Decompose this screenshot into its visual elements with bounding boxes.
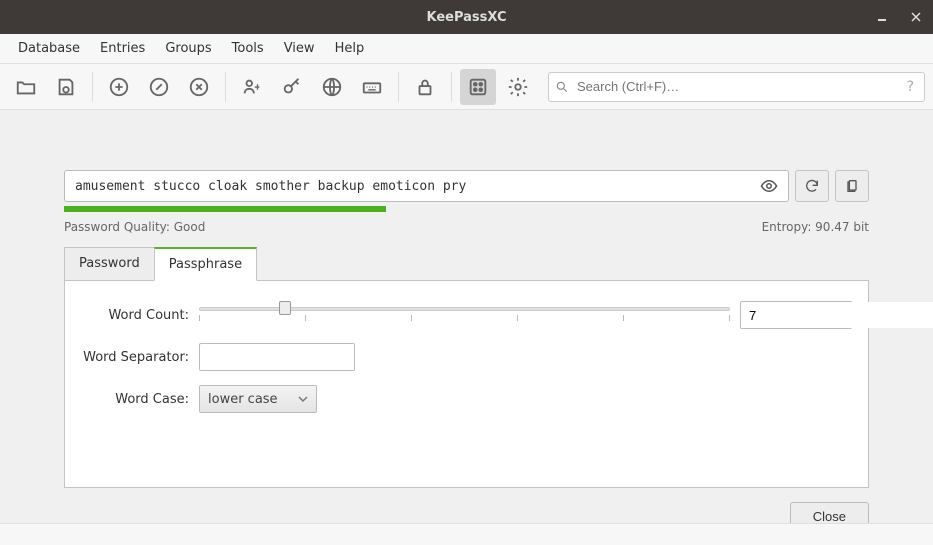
password-generator-button[interactable] bbox=[460, 69, 496, 105]
toolbar-separator bbox=[92, 72, 93, 102]
settings-button[interactable] bbox=[500, 69, 536, 105]
word-separator-label: Word Separator: bbox=[81, 350, 199, 365]
quality-label: Password Quality: Good bbox=[64, 220, 205, 234]
tab-passphrase[interactable]: Passphrase bbox=[154, 247, 257, 281]
search-help-icon[interactable]: ? bbox=[903, 79, 918, 95]
word-separator-input[interactable] bbox=[199, 343, 355, 371]
lock-database-button[interactable] bbox=[407, 69, 443, 105]
menu-tools[interactable]: Tools bbox=[222, 37, 274, 60]
quality-row: Password Quality: Good Entropy: 90.47 bi… bbox=[64, 220, 869, 234]
password-generator-panel: Password Quality: Good Entropy: 90.47 bi… bbox=[0, 110, 933, 541]
menubar: Database Entries Groups Tools View Help bbox=[0, 34, 933, 64]
delete-entry-button[interactable] bbox=[181, 69, 217, 105]
copy-username-button[interactable] bbox=[234, 69, 270, 105]
password-input[interactable] bbox=[75, 179, 760, 194]
minimize-button[interactable] bbox=[865, 0, 899, 34]
generator-tabs: Password Passphrase bbox=[64, 246, 869, 280]
word-count-label: Word Count: bbox=[81, 308, 199, 323]
titlebar: KeePassXC bbox=[0, 0, 933, 34]
strength-bar bbox=[64, 206, 869, 212]
copy-button[interactable] bbox=[835, 170, 869, 202]
toolbar-separator bbox=[451, 72, 452, 102]
word-separator-row: Word Separator: bbox=[81, 343, 852, 371]
copy-url-button[interactable] bbox=[314, 69, 350, 105]
password-row bbox=[64, 170, 869, 202]
word-count-row: Word Count: ▲ ▼ bbox=[81, 301, 852, 329]
menu-entries[interactable]: Entries bbox=[90, 37, 155, 60]
regenerate-button[interactable] bbox=[795, 170, 829, 202]
word-case-label: Word Case: bbox=[81, 392, 199, 407]
eye-icon[interactable] bbox=[760, 177, 778, 195]
passphrase-panel: Word Count: ▲ ▼ Word Separator: Word Cas… bbox=[64, 280, 869, 488]
menu-groups[interactable]: Groups bbox=[155, 37, 221, 60]
copy-password-button[interactable] bbox=[274, 69, 310, 105]
word-case-row: Word Case: lower case bbox=[81, 385, 852, 413]
slider-thumb[interactable] bbox=[279, 301, 291, 315]
save-database-button[interactable] bbox=[48, 69, 84, 105]
entropy-label: Entropy: 90.47 bit bbox=[762, 220, 869, 234]
window-controls bbox=[865, 0, 933, 34]
chevron-down-icon bbox=[298, 394, 308, 404]
window-title: KeePassXC bbox=[0, 10, 933, 25]
open-database-button[interactable] bbox=[8, 69, 44, 105]
add-entry-button[interactable] bbox=[101, 69, 137, 105]
search-field[interactable]: ? bbox=[548, 72, 925, 102]
menu-view[interactable]: View bbox=[274, 37, 325, 60]
autotype-button[interactable] bbox=[354, 69, 390, 105]
search-input[interactable] bbox=[569, 79, 903, 94]
statusbar bbox=[0, 523, 933, 545]
password-field[interactable] bbox=[64, 170, 789, 202]
strength-fill bbox=[64, 206, 386, 212]
word-count-spinner[interactable]: ▲ ▼ bbox=[740, 301, 852, 329]
toolbar: ? bbox=[0, 64, 933, 110]
word-case-select[interactable]: lower case bbox=[199, 385, 317, 413]
menu-database[interactable]: Database bbox=[8, 37, 90, 60]
toolbar-separator bbox=[225, 72, 226, 102]
edit-entry-button[interactable] bbox=[141, 69, 177, 105]
close-window-button[interactable] bbox=[899, 0, 933, 34]
toolbar-separator bbox=[398, 72, 399, 102]
word-count-slider[interactable] bbox=[199, 301, 730, 329]
word-case-value: lower case bbox=[208, 392, 278, 407]
tab-password[interactable]: Password bbox=[64, 247, 155, 281]
search-icon bbox=[555, 80, 569, 94]
menu-help[interactable]: Help bbox=[325, 37, 375, 60]
word-count-input[interactable] bbox=[741, 302, 933, 328]
